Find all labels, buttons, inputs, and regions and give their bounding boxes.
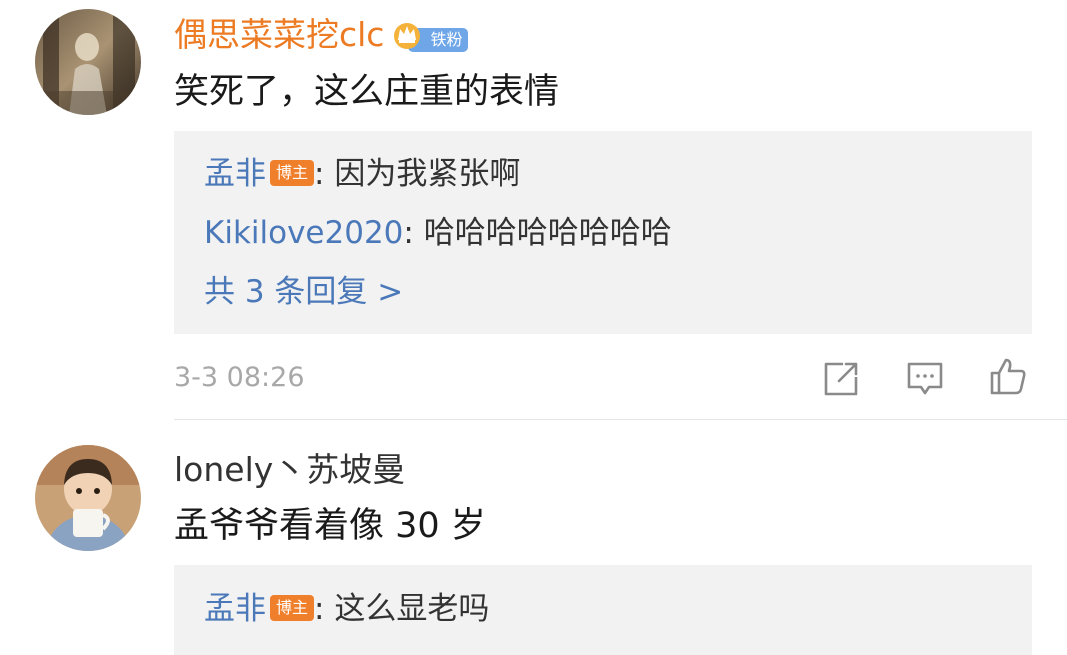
- crown-icon: [394, 23, 421, 49]
- reply-text: : 哈哈哈哈哈哈哈哈: [403, 215, 672, 251]
- reply-author[interactable]: 孟非: [204, 591, 266, 627]
- avatar-image: [35, 445, 141, 551]
- avatar-image: [35, 9, 141, 115]
- comment-item: lonely丶苏坡曼 孟爷爷看着像 30 岁 孟非 博主: 这么显老吗: [0, 420, 1067, 655]
- reply-item[interactable]: Kikilove2020: 哈哈哈哈哈哈哈哈: [204, 213, 672, 253]
- host-tag: 博主: [270, 594, 315, 621]
- like-icon[interactable]: [988, 356, 1028, 396]
- reply-text: : 这么显老吗: [314, 591, 490, 627]
- comment-item: 偶思菜菜挖clc 铁粉 笑死了，这么庄重的表情 孟非 博主: 因为我紧张啊 Kik…: [0, 0, 1067, 420]
- share-icon[interactable]: [821, 359, 861, 399]
- reply-author[interactable]: 孟非: [204, 156, 266, 192]
- reply-box[interactable]: 孟非 博主: 因为我紧张啊 Kikilove2020: 哈哈哈哈哈哈哈哈 共 3 …: [174, 131, 1032, 334]
- reply-item[interactable]: 孟非 博主: 这么显老吗: [204, 589, 489, 629]
- comment-text: 孟爷爷看着像 30 岁: [174, 506, 486, 546]
- reply-box[interactable]: 孟非 博主: 这么显老吗: [174, 565, 1032, 655]
- username-text[interactable]: 偶思菜菜挖clc: [174, 15, 384, 54]
- comment-text: 笑死了，这么庄重的表情: [174, 72, 560, 112]
- host-tag: 博主: [270, 159, 315, 186]
- reply-item[interactable]: 孟非 博主: 因为我紧张啊: [204, 154, 520, 194]
- more-replies-link[interactable]: 共 3 条回复 >: [204, 272, 403, 312]
- comment-icon[interactable]: [905, 359, 945, 399]
- username[interactable]: lonely丶苏坡曼: [174, 450, 405, 490]
- fan-badge: 铁粉: [392, 14, 469, 54]
- avatar[interactable]: [35, 445, 141, 551]
- timestamp: 3-3 08:26: [174, 362, 305, 393]
- reply-author[interactable]: Kikilove2020: [204, 215, 403, 251]
- reply-text: : 因为我紧张啊: [314, 156, 521, 192]
- username[interactable]: 偶思菜菜挖clc 铁粉: [174, 14, 469, 57]
- avatar[interactable]: [35, 9, 141, 115]
